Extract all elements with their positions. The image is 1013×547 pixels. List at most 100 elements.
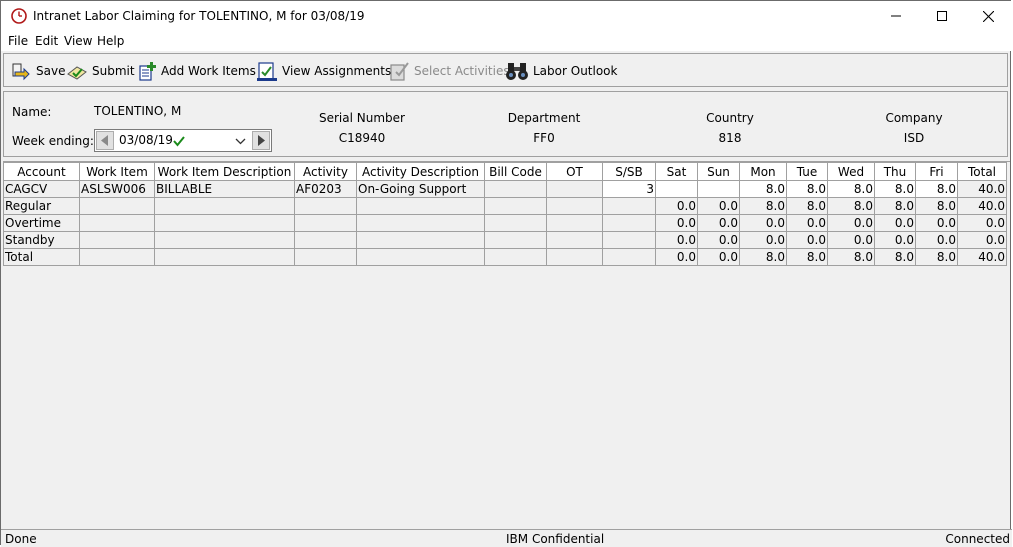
status-bar: Done IBM Confidential Connected xyxy=(1,529,1012,547)
empty-cell xyxy=(79,231,155,249)
sun-cell: 0.0 xyxy=(697,248,740,266)
week-ending-picker[interactable]: 03/08/19 xyxy=(94,129,272,152)
mon-cell: 8.0 xyxy=(739,248,787,266)
select-activities-button[interactable]: Select Activities xyxy=(388,59,510,83)
total-cell: 40.0 xyxy=(957,248,1007,266)
maximize-button[interactable] xyxy=(919,1,965,31)
ssb-cell[interactable]: 3 xyxy=(602,180,656,198)
week-ending-value[interactable]: 03/08/19 xyxy=(119,133,173,147)
total-cell: 0.0 xyxy=(957,231,1007,249)
previous-week-button[interactable] xyxy=(96,131,114,150)
save-button[interactable]: Save xyxy=(10,59,65,83)
column-header[interactable]: Thu xyxy=(874,162,916,181)
row-label: Standby xyxy=(3,231,80,249)
next-week-button[interactable] xyxy=(252,131,270,150)
employee-info-panel: Name: TOLENTINO, M Week ending: 03/08/19… xyxy=(3,91,1008,157)
column-header[interactable]: Account xyxy=(3,162,80,181)
empty-cell xyxy=(294,248,357,266)
column-header[interactable]: Total xyxy=(957,162,1007,181)
menu-file[interactable]: File xyxy=(8,34,28,48)
empty-cell xyxy=(356,231,485,249)
sat-cell[interactable] xyxy=(655,180,698,198)
triangle-left-icon xyxy=(101,135,108,146)
column-header[interactable]: Activity Description xyxy=(356,162,485,181)
thu-cell[interactable]: 8.0 xyxy=(874,180,916,198)
thu-cell: 0.0 xyxy=(874,214,916,232)
add-work-items-button[interactable]: Add Work Items xyxy=(135,59,256,83)
empty-cell xyxy=(79,197,155,215)
column-header[interactable]: S/SB xyxy=(602,162,656,181)
fri-cell[interactable]: 8.0 xyxy=(915,180,958,198)
table-row[interactable]: CAGCV ASLSW006 BILLABLE AF0203 On-Going … xyxy=(3,180,1007,198)
add-work-items-label: Add Work Items xyxy=(161,64,256,78)
menu-view[interactable]: View xyxy=(64,34,92,48)
submit-button[interactable]: Submit xyxy=(66,59,135,83)
empty-cell xyxy=(602,197,656,215)
chevron-down-icon[interactable] xyxy=(235,136,246,146)
account-cell[interactable]: CAGCV xyxy=(3,180,80,198)
wed-cell[interactable]: 8.0 xyxy=(827,180,875,198)
empty-cell xyxy=(546,197,603,215)
mon-cell: 0.0 xyxy=(739,231,787,249)
total-cell: 0.0 xyxy=(957,214,1007,232)
department-value: FF0 xyxy=(533,131,555,145)
column-header[interactable]: Activity xyxy=(294,162,357,181)
column-header[interactable]: OT xyxy=(546,162,603,181)
minimize-button[interactable] xyxy=(873,1,919,31)
empty-cell xyxy=(154,214,295,232)
view-assignments-label: View Assignments xyxy=(282,64,392,78)
column-header[interactable]: Wed xyxy=(827,162,875,181)
activity-description-cell[interactable]: On-Going Support xyxy=(356,180,485,198)
tue-cell: 8.0 xyxy=(786,248,828,266)
view-assignments-button[interactable]: View Assignments xyxy=(256,59,391,83)
empty-cell xyxy=(79,214,155,232)
tue-cell[interactable]: 8.0 xyxy=(786,180,828,198)
empty-cell xyxy=(154,248,295,266)
empty-cell xyxy=(154,197,295,215)
total-cell: 40.0 xyxy=(957,180,1007,198)
column-header[interactable]: Sat xyxy=(655,162,698,181)
empty-cell xyxy=(356,214,485,232)
menu-bar: File Edit View Help xyxy=(1,31,1012,51)
labor-outlook-button[interactable]: Labor Outlook xyxy=(505,59,617,83)
column-header[interactable]: Work Item Description xyxy=(154,162,295,181)
bill-code-cell[interactable] xyxy=(484,180,547,198)
total-cell: 40.0 xyxy=(957,197,1007,215)
column-header[interactable]: Work Item xyxy=(79,162,155,181)
empty-cell xyxy=(546,214,603,232)
empty-cell xyxy=(79,248,155,266)
work-item-description-cell[interactable]: BILLABLE xyxy=(154,180,295,198)
sat-cell: 0.0 xyxy=(655,214,698,232)
menu-edit[interactable]: Edit xyxy=(35,34,58,48)
column-header[interactable]: Tue xyxy=(786,162,828,181)
mon-cell: 8.0 xyxy=(739,197,787,215)
department-label: Department xyxy=(507,111,581,125)
column-header[interactable]: Bill Code xyxy=(484,162,547,181)
column-header[interactable]: Mon xyxy=(739,162,787,181)
empty-cell xyxy=(602,248,656,266)
save-label: Save xyxy=(36,64,66,78)
mon-cell[interactable]: 8.0 xyxy=(739,180,787,198)
maximize-icon xyxy=(937,11,947,21)
ot-cell[interactable] xyxy=(546,180,603,198)
summary-row-total: Total 0.0 0.0 8.0 8.0 8.0 8.0 8.0 40.0 xyxy=(3,248,1007,266)
menu-help[interactable]: Help xyxy=(97,34,124,48)
window-title: Intranet Labor Claiming for TOLENTINO, M… xyxy=(33,9,365,23)
column-header[interactable]: Fri xyxy=(915,162,958,181)
empty-cell xyxy=(356,248,485,266)
empty-cell xyxy=(484,214,547,232)
work-item-cell[interactable]: ASLSW006 xyxy=(79,180,155,198)
activity-cell[interactable]: AF0203 xyxy=(294,180,357,198)
clock-icon xyxy=(11,8,27,24)
column-header[interactable]: Sun xyxy=(697,162,740,181)
empty-cell xyxy=(294,197,357,215)
sat-cell: 0.0 xyxy=(655,231,698,249)
thu-cell: 0.0 xyxy=(874,231,916,249)
close-button[interactable] xyxy=(965,1,1011,31)
wed-cell: 0.0 xyxy=(827,214,875,232)
wed-cell: 8.0 xyxy=(827,197,875,215)
row-label: Regular xyxy=(3,197,80,215)
select-activities-label: Select Activities xyxy=(414,64,510,78)
submit-label: Submit xyxy=(92,64,135,78)
sun-cell[interactable] xyxy=(697,180,740,198)
